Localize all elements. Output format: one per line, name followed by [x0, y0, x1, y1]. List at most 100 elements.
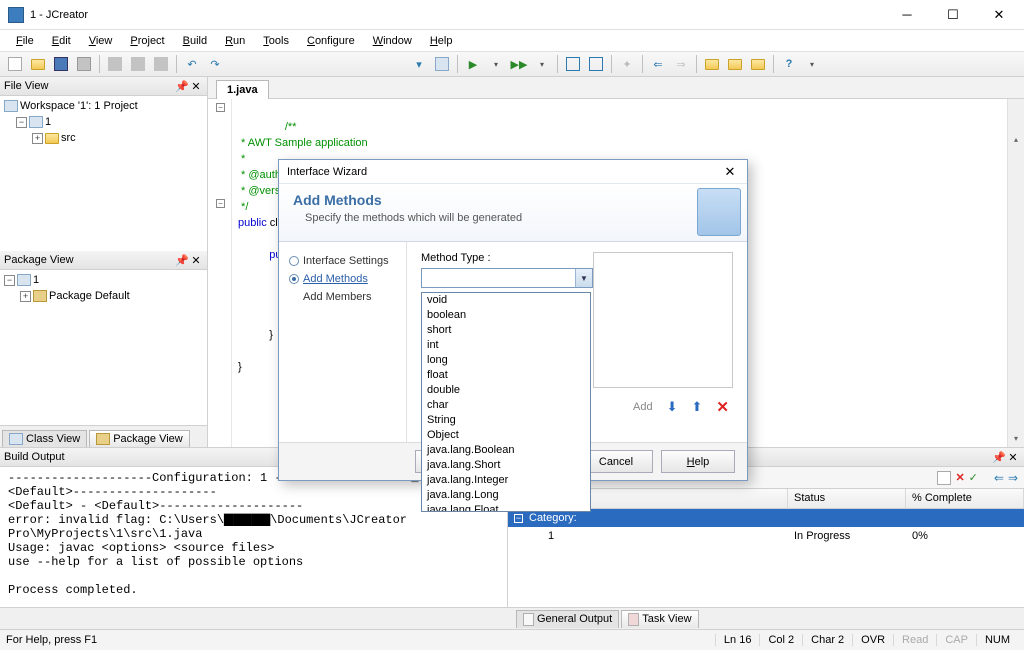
type-option[interactable]: java.lang.Long	[422, 488, 590, 503]
type-option[interactable]: int	[422, 338, 590, 353]
tb-open[interactable]	[27, 53, 49, 75]
type-option[interactable]: java.lang.Float	[422, 503, 590, 512]
menu-view[interactable]: View	[81, 33, 121, 49]
tab-packageview[interactable]: Package View	[89, 430, 190, 447]
col-complete[interactable]: % Complete	[906, 489, 1024, 508]
tb-find1[interactable]	[701, 53, 723, 75]
expand-icon[interactable]: +	[32, 133, 43, 144]
editor-scrollbar[interactable]: ▴ ▾	[1007, 99, 1024, 447]
tb-box2[interactable]	[585, 53, 607, 75]
tb-redo[interactable]: ↷	[204, 53, 226, 75]
tb-cut[interactable]	[104, 53, 126, 75]
tab-classview[interactable]: Class View	[2, 430, 87, 447]
task-del-icon[interactable]: ✕	[955, 471, 964, 484]
method-type-combo[interactable]: ▼	[421, 268, 593, 288]
type-option[interactable]: java.lang.Integer	[422, 473, 590, 488]
tb-new[interactable]	[4, 53, 26, 75]
pin-icon[interactable]: 📌	[175, 80, 189, 93]
tb-saveall[interactable]	[73, 53, 95, 75]
move-down-icon[interactable]: ⬇	[667, 399, 678, 415]
pin-icon[interactable]: 📌	[175, 254, 189, 267]
dialog-titlebar[interactable]: Interface Wizard ✕	[279, 160, 747, 184]
maximize-button[interactable]: ☐	[930, 1, 976, 29]
tab-taskview[interactable]: Task View	[621, 610, 698, 628]
type-option[interactable]: java.lang.Short	[422, 458, 590, 473]
src-node[interactable]: + src	[2, 130, 205, 146]
type-option[interactable]: java.lang.Boolean	[422, 443, 590, 458]
menu-edit[interactable]: Edit	[44, 33, 79, 49]
close-icon[interactable]: ✕	[1006, 451, 1020, 464]
collapse-icon[interactable]: −	[16, 117, 27, 128]
type-option[interactable]: float	[422, 368, 590, 383]
close-icon[interactable]: ✕	[189, 80, 203, 93]
tb-help[interactable]: ?	[778, 53, 800, 75]
task-row[interactable]: 1 In Progress 0%	[508, 527, 1024, 545]
task-new-icon[interactable]	[937, 471, 951, 485]
fold-icon[interactable]: −	[216, 199, 225, 208]
tb-help-drop[interactable]: ▾	[801, 53, 823, 75]
pkg-project-node[interactable]: − 1	[2, 272, 205, 288]
menu-window[interactable]: Window	[365, 33, 420, 49]
task-next-icon[interactable]: ⇒	[1008, 471, 1018, 485]
type-option[interactable]: long	[422, 353, 590, 368]
collapse-icon[interactable]: −	[4, 275, 15, 286]
move-up-icon[interactable]: ⬆	[692, 399, 703, 415]
tb-play[interactable]: ▶	[462, 53, 484, 75]
menu-help[interactable]: Help	[422, 33, 461, 49]
type-option[interactable]: short	[422, 323, 590, 338]
workspace-node[interactable]: Workspace '1': 1 Project	[2, 98, 205, 114]
type-option[interactable]: void	[422, 293, 590, 308]
menu-file[interactable]: File	[8, 33, 42, 49]
add-link[interactable]: Add	[633, 401, 653, 413]
method-type-dropdown[interactable]: voidbooleanshortintlongfloatdoublecharSt…	[421, 292, 591, 512]
pin-icon[interactable]: 📌	[992, 451, 1006, 464]
task-prev-icon[interactable]: ⇐	[994, 471, 1004, 485]
help-button[interactable]: Help	[661, 450, 735, 473]
fold-icon[interactable]: −	[216, 103, 225, 112]
tb-save[interactable]	[50, 53, 72, 75]
menu-build[interactable]: Build	[175, 33, 215, 49]
menu-configure[interactable]: Configure	[299, 33, 363, 49]
tb-copy2[interactable]	[431, 53, 453, 75]
methods-preview-list[interactable]	[593, 252, 733, 388]
type-option[interactable]: double	[422, 383, 590, 398]
dialog-title: Interface Wizard	[287, 166, 721, 178]
type-option[interactable]: Object	[422, 428, 590, 443]
pkg-default-node[interactable]: + Package Default	[2, 288, 205, 304]
tab-general-output[interactable]: General Output	[516, 610, 619, 628]
chevron-down-icon[interactable]: ▼	[575, 269, 592, 287]
tb-paste[interactable]	[150, 53, 172, 75]
tb-find3[interactable]	[747, 53, 769, 75]
tb-run-drop[interactable]: ▾	[408, 53, 430, 75]
tb-undo[interactable]: ↶	[181, 53, 203, 75]
project-node[interactable]: − 1	[2, 114, 205, 130]
close-button[interactable]: ✕	[976, 1, 1022, 29]
expand-icon[interactable]: +	[20, 291, 31, 302]
tb-find2[interactable]	[724, 53, 746, 75]
collapse-icon[interactable]: −	[514, 514, 523, 523]
tb-copy[interactable]	[127, 53, 149, 75]
close-icon[interactable]: ✕	[189, 254, 203, 267]
tb-play-drop[interactable]: ▾	[485, 53, 507, 75]
type-option[interactable]: char	[422, 398, 590, 413]
menu-run[interactable]: Run	[217, 33, 253, 49]
type-option[interactable]: String	[422, 413, 590, 428]
nav-interface-settings[interactable]: Interface Settings	[289, 252, 396, 270]
delete-icon[interactable]: ✕	[716, 398, 729, 416]
tb-fwd[interactable]: ⇒	[670, 53, 692, 75]
col-status[interactable]: Status	[788, 489, 906, 508]
minimize-button[interactable]: ─	[884, 1, 930, 29]
tb-ff-drop[interactable]: ▾	[531, 53, 553, 75]
task-check-icon[interactable]: ✓	[969, 471, 978, 484]
editor-tab[interactable]: 1.java	[216, 80, 269, 99]
menu-project[interactable]: Project	[122, 33, 172, 49]
tb-ff[interactable]: ▶▶	[508, 53, 530, 75]
type-option[interactable]: boolean	[422, 308, 590, 323]
dialog-close-icon[interactable]: ✕	[721, 164, 739, 180]
menu-tools[interactable]: Tools	[255, 33, 297, 49]
tb-box1[interactable]	[562, 53, 584, 75]
nav-add-members[interactable]: Add Members	[289, 288, 396, 306]
tb-wand[interactable]: ✦	[616, 53, 638, 75]
tb-back[interactable]: ⇐	[647, 53, 669, 75]
nav-add-methods[interactable]: Add Methods	[289, 270, 396, 288]
